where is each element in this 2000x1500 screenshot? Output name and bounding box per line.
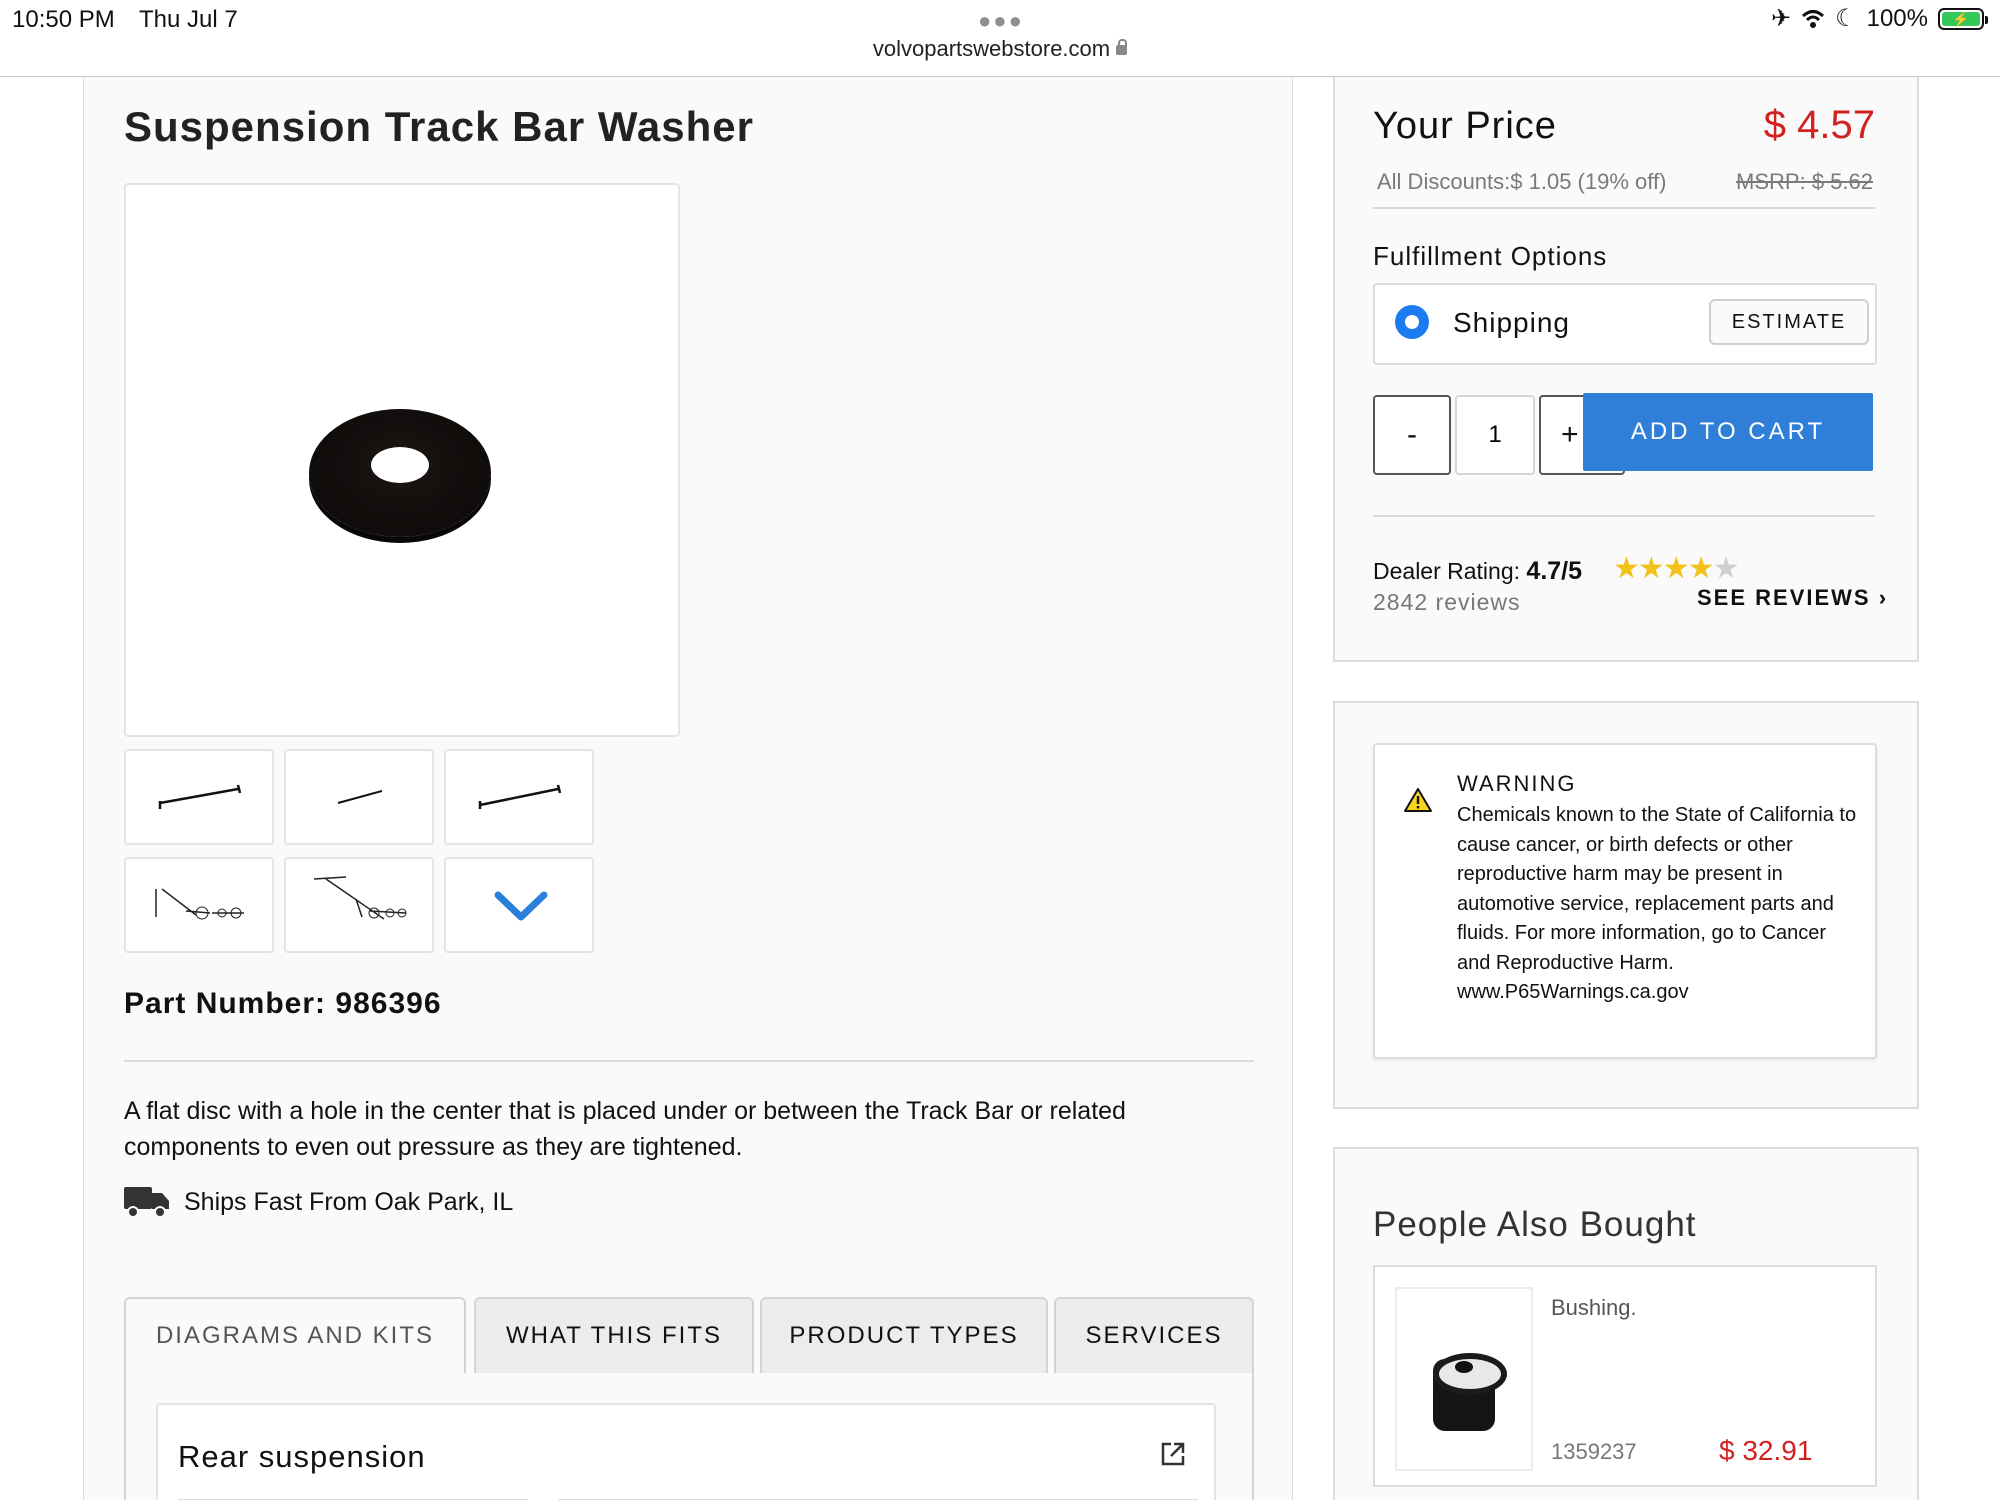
status-date: Thu Jul 7 (139, 6, 238, 33)
see-reviews-link[interactable]: SEE REVIEWS › (1697, 585, 1888, 611)
see-reviews-label[interactable]: SEE REVIEWS (1697, 585, 1871, 610)
warning-box: WARNING Chemicals known to the State of … (1333, 701, 1919, 1109)
thumbnail-4[interactable] (124, 857, 274, 953)
status-bar: 10:50 PM Thu Jul 7 ●●● ✈ ☾ 100% ⚡ (0, 0, 2000, 40)
purchase-column: Your Price $ 4.57 All Discounts:$ 1.05 (… (1293, 77, 2000, 1500)
washer-image (309, 409, 491, 537)
more-thumbnails-button[interactable] (444, 857, 594, 953)
dealer-rating-value: 4.7/5 (1526, 557, 1583, 585)
diagram-card[interactable]: Rear suspension (156, 1403, 1216, 1500)
quantity-input[interactable] (1455, 395, 1535, 475)
main-product-image[interactable] (124, 183, 680, 737)
multitasking-dots-icon[interactable]: ●●● (978, 8, 1024, 34)
thumbnail-2[interactable] (284, 749, 434, 845)
fulfillment-options-label: Fulfillment Options (1373, 241, 1608, 271)
moon-icon: ☾ (1835, 5, 1857, 32)
chevron-right-icon: › (1878, 585, 1889, 610)
lock-icon (1116, 39, 1128, 55)
discounts-text: All Discounts:$ 1.05 (19% off) (1377, 169, 1667, 194)
tab-services[interactable]: SERVICES (1054, 1297, 1254, 1373)
diagram-title[interactable]: Rear suspension (178, 1439, 426, 1475)
review-count: 2842 reviews (1373, 589, 1521, 615)
also-bought-name[interactable]: Bushing. (1551, 1295, 1637, 1321)
divider (1373, 207, 1875, 209)
truck-icon (124, 1187, 169, 1218)
people-also-bought-box: People Also Bought Bushing. 1359237 $ 32… (1333, 1147, 1919, 1500)
warning-heading: WARNING (1457, 771, 1577, 796)
bushing-image (1433, 1353, 1507, 1431)
also-bought-part-number: 1359237 (1551, 1439, 1637, 1464)
address-bar[interactable]: volvopartswebstore.com (0, 36, 2000, 76)
warning-text: Chemicals known to the State of Californ… (1457, 804, 1857, 1003)
ships-from-text: Ships Fast From Oak Park, IL (184, 1187, 514, 1216)
battery-icon: ⚡ (1938, 7, 1988, 30)
tab-diagrams-and-kits[interactable]: DIAGRAMS AND KITS (124, 1297, 466, 1375)
shipping-option[interactable]: Shipping ESTIMATE (1373, 283, 1877, 365)
msrp-text: MSRP: $ 5.62 (1736, 169, 1873, 194)
add-to-cart-button[interactable]: ADD TO CART (1583, 393, 1873, 471)
shipping-info: Ships Fast From Oak Park, IL (124, 1185, 513, 1219)
shipping-radio[interactable] (1395, 305, 1429, 339)
part-number: Part Number: 986396 (124, 987, 442, 1021)
product-page: Suspension Track Bar Washer Part Number:… (0, 77, 2000, 1500)
tab-panel-diagrams: Rear suspension (124, 1373, 1254, 1500)
tab-what-this-fits[interactable]: WHAT THIS FITS (474, 1297, 754, 1373)
your-price-label: Your Price (1373, 105, 1557, 147)
prop65-warning-card: WARNING Chemicals known to the State of … (1373, 743, 1877, 1059)
people-also-bought-title: People Also Bought (1373, 1205, 1697, 1244)
chevron-down-icon (494, 891, 548, 921)
shipping-label[interactable]: Shipping (1453, 307, 1570, 339)
thumbnail-5[interactable] (284, 857, 434, 953)
battery-percent: 100% (1866, 4, 1928, 32)
price-box: Your Price $ 4.57 All Discounts:$ 1.05 (… (1333, 77, 1919, 662)
divider (124, 1060, 1254, 1062)
product-description: A flat disc with a hole in the center th… (124, 1097, 1126, 1161)
status-time: 10:50 PM (12, 6, 115, 33)
product-title: Suspension Track Bar Washer (124, 103, 754, 150)
url-text[interactable]: volvopartswebstore.com (873, 36, 1110, 61)
quantity-decrease-button[interactable]: - (1373, 395, 1451, 475)
dealer-rating: Dealer Rating: 4.7/5 (1373, 557, 1582, 586)
tab-product-types[interactable]: PRODUCT TYPES (760, 1297, 1048, 1373)
thumbnail-3[interactable] (444, 749, 594, 845)
divider (1373, 515, 1875, 517)
estimate-button[interactable]: ESTIMATE (1709, 299, 1869, 345)
part-number-value: 986396 (335, 987, 442, 1020)
also-bought-item[interactable]: Bushing. 1359237 $ 32.91 (1373, 1265, 1877, 1487)
product-tabs: DIAGRAMS AND KITS WHAT THIS FITS PRODUCT… (124, 1297, 1254, 1375)
part-number-label: Part Number: (124, 987, 327, 1020)
star-rating-icon: ★★★★★ (1613, 552, 1739, 585)
product-details-column: Suspension Track Bar Washer Part Number:… (83, 77, 1293, 1500)
also-bought-image[interactable] (1395, 1287, 1533, 1471)
dealer-rating-label: Dealer Rating: (1373, 558, 1521, 584)
warning-triangle-icon (1404, 788, 1432, 812)
airplane-icon: ✈ (1770, 5, 1792, 32)
also-bought-price: $ 32.91 (1719, 1435, 1813, 1466)
price-value: $ 4.57 (1763, 103, 1875, 147)
wifi-icon (1802, 9, 1825, 28)
external-link-icon[interactable] (1160, 1441, 1186, 1467)
thumbnail-1[interactable] (124, 749, 274, 845)
